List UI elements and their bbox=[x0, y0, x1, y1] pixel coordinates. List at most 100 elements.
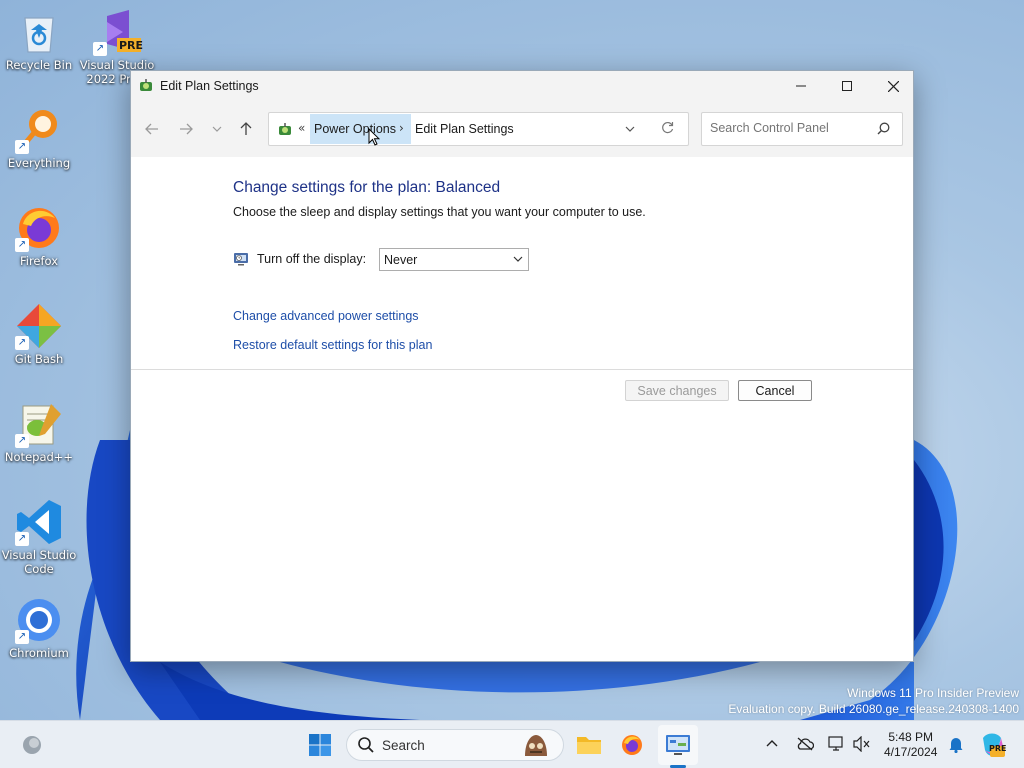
cancel-button[interactable]: Cancel bbox=[738, 380, 812, 401]
power-options-icon bbox=[138, 78, 154, 94]
restore-default-settings-link[interactable]: Restore default settings for this plan bbox=[233, 338, 432, 352]
save-changes-button[interactable]: Save changes bbox=[625, 380, 729, 401]
search-control-panel[interactable] bbox=[701, 112, 903, 146]
bell-icon bbox=[949, 738, 963, 754]
desktop-icon-everything[interactable]: ↗ Everything bbox=[1, 106, 77, 170]
watermark-line2: Evaluation copy. Build 26080.ge_release.… bbox=[728, 702, 1019, 716]
preview-badge: PRE bbox=[119, 39, 144, 52]
desktop-icon-label: Visual Studio bbox=[1, 548, 77, 562]
file-explorer-button[interactable] bbox=[573, 729, 605, 761]
search-icon[interactable] bbox=[877, 122, 890, 138]
chevron-up-icon bbox=[766, 740, 778, 747]
widgets-button[interactable] bbox=[16, 729, 48, 761]
git-bash-icon: ↗ bbox=[15, 302, 63, 350]
notepad-plus-plus-icon: ↗ bbox=[15, 400, 63, 448]
desktop-icon-label: Everything bbox=[7, 156, 71, 170]
vscode-icon: ↗ bbox=[15, 498, 63, 546]
desktop-icon-label-line2: Code bbox=[24, 562, 54, 576]
watermark-line1: Windows 11 Pro Insider Preview bbox=[847, 686, 1019, 700]
desktop-icon-git-bash[interactable]: ↗ Git Bash bbox=[1, 302, 77, 366]
notifications-button[interactable] bbox=[948, 735, 964, 757]
forward-button[interactable] bbox=[174, 119, 198, 139]
taskbar-clock[interactable]: 5:48 PM 4/17/2024 bbox=[884, 730, 937, 760]
desktop-icon-label: Chromium bbox=[9, 646, 69, 660]
desktop-icon-label: Recycle Bin bbox=[5, 58, 73, 72]
taskbar-search-box[interactable]: Search bbox=[346, 729, 564, 761]
page-title: Change settings for the plan: Balanced bbox=[233, 179, 501, 196]
desktop-icon-vscode[interactable]: ↗ Visual Studio Code bbox=[1, 498, 77, 576]
search-icon bbox=[357, 736, 375, 757]
copilot-preview-badge: PRE bbox=[989, 744, 1007, 753]
firefox-icon: ↗ bbox=[15, 204, 63, 252]
copilot-button[interactable]: PRE bbox=[976, 729, 1008, 761]
dropdown-value: Never bbox=[384, 253, 418, 267]
minimize-button[interactable] bbox=[778, 71, 824, 101]
close-button[interactable] bbox=[870, 71, 916, 101]
chromium-icon: ↗ bbox=[15, 596, 63, 644]
edit-plan-settings-window: Edit Plan Settings « Power Options › Edi… bbox=[130, 70, 914, 662]
maximize-button[interactable] bbox=[824, 71, 870, 101]
power-options-icon bbox=[277, 122, 293, 138]
up-button[interactable] bbox=[234, 119, 258, 139]
back-button[interactable] bbox=[140, 119, 164, 139]
chevron-down-icon bbox=[625, 126, 635, 132]
clock-time: 5:48 PM bbox=[888, 730, 934, 744]
recycle-bin-icon bbox=[15, 8, 63, 56]
breadcrumb-separator-icon[interactable]: › bbox=[399, 121, 404, 135]
everything-icon: ↗ bbox=[15, 106, 63, 154]
windows-logo-icon bbox=[309, 734, 331, 756]
shortcut-arrow-icon: ↗ bbox=[15, 140, 29, 154]
window-title: Edit Plan Settings bbox=[160, 79, 259, 93]
maximize-icon bbox=[842, 81, 852, 91]
evaluation-watermark: Windows 11 Pro Insider Preview Evaluatio… bbox=[728, 685, 1019, 717]
taskbar: Search 5:48 PM 4/17/2024 PRE bbox=[0, 720, 1024, 768]
divider bbox=[131, 369, 913, 370]
shortcut-arrow-icon: ↗ bbox=[15, 630, 29, 644]
desktop-icon-notepad-plus-plus[interactable]: ↗ Notepad++ bbox=[1, 400, 77, 464]
network-button[interactable] bbox=[828, 736, 846, 756]
visual-studio-icon: PRE ↗ bbox=[93, 8, 144, 56]
navigation-bar: « Power Options › Edit Plan Settings bbox=[131, 101, 913, 157]
desktop-icon-recycle-bin[interactable]: Recycle Bin bbox=[1, 8, 77, 72]
shortcut-arrow-icon: ↗ bbox=[93, 42, 107, 56]
search-highlight-icon bbox=[521, 732, 551, 763]
refresh-icon bbox=[662, 121, 674, 134]
shortcut-arrow-icon: ↗ bbox=[15, 336, 29, 350]
refresh-button[interactable] bbox=[661, 120, 674, 138]
change-advanced-power-settings-link[interactable]: Change advanced power settings bbox=[233, 309, 419, 323]
address-bar[interactable]: « Power Options › Edit Plan Settings bbox=[268, 112, 689, 146]
show-hidden-icons-button[interactable] bbox=[766, 735, 778, 751]
mouse-cursor-icon bbox=[368, 128, 380, 146]
breadcrumb-label[interactable]: Power Options bbox=[314, 122, 396, 136]
minimize-icon bbox=[796, 85, 806, 87]
overflow-chevron-icon[interactable]: « bbox=[298, 121, 305, 135]
desktop-icon-label: Notepad++ bbox=[4, 450, 74, 464]
control-panel-taskbar-icon-wrap[interactable] bbox=[662, 729, 694, 761]
title-bar[interactable]: Edit Plan Settings bbox=[131, 71, 913, 101]
clock-date: 4/17/2024 bbox=[884, 745, 938, 759]
recent-locations-button[interactable] bbox=[205, 119, 229, 139]
start-button[interactable] bbox=[304, 729, 336, 761]
breadcrumb-edit-plan-settings[interactable]: Edit Plan Settings bbox=[415, 122, 514, 136]
page-description: Choose the sleep and display settings th… bbox=[233, 205, 646, 219]
close-icon bbox=[887, 80, 899, 92]
forward-arrow-icon bbox=[180, 123, 193, 135]
weather-widget-icon bbox=[23, 736, 41, 754]
volume-button[interactable] bbox=[853, 735, 871, 756]
address-dropdown-button[interactable] bbox=[625, 122, 635, 135]
shortcut-arrow-icon: ↗ bbox=[15, 238, 29, 252]
desktop-icon-firefox[interactable]: ↗ Firefox bbox=[1, 204, 77, 268]
firefox-taskbar-button[interactable] bbox=[616, 729, 648, 761]
search-input[interactable] bbox=[710, 121, 870, 135]
cloud-offline-icon bbox=[797, 737, 815, 751]
turn-off-display-dropdown[interactable]: Never bbox=[379, 248, 529, 271]
shortcut-arrow-icon: ↗ bbox=[15, 434, 29, 448]
turn-off-display-label: Turn off the display: bbox=[257, 252, 367, 266]
onedrive-offline-button[interactable] bbox=[796, 737, 815, 755]
desktop-icon-label: Git Bash bbox=[14, 352, 64, 366]
desktop-icon-label: Firefox bbox=[19, 254, 59, 268]
desktop-icon-chromium[interactable]: ↗ Chromium bbox=[1, 596, 77, 660]
network-icon bbox=[828, 736, 843, 751]
speaker-muted-icon bbox=[853, 735, 870, 753]
firefox-icon bbox=[622, 735, 642, 755]
